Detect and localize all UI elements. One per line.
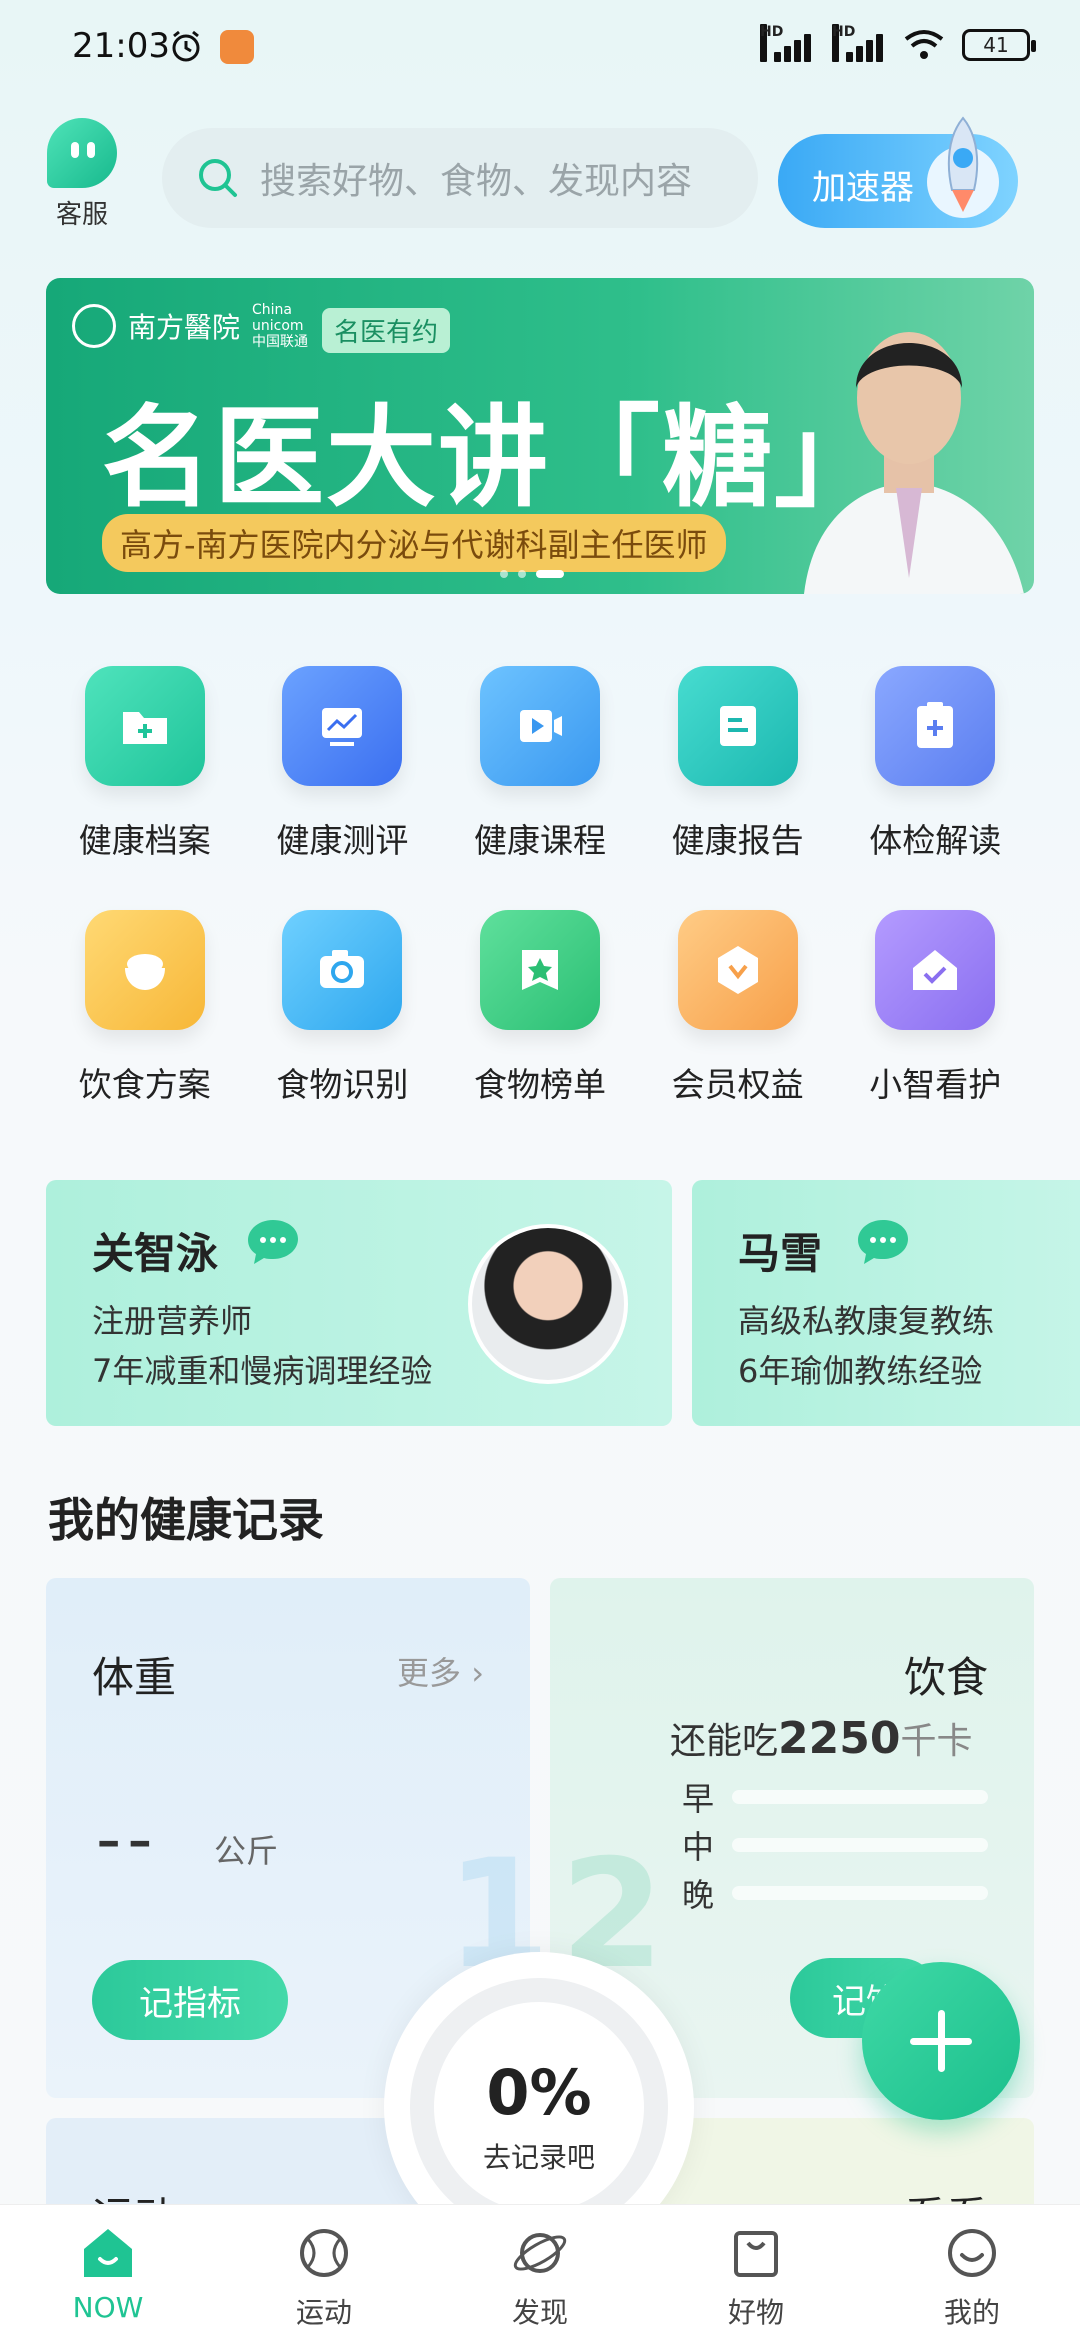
weight-more-link[interactable]: 更多 › <box>397 1648 484 1694</box>
expert-name: 马雪 <box>738 1229 823 1278</box>
feature-health-report[interactable]: 健康报告 <box>639 666 837 862</box>
feature-member-benefits[interactable]: 会员权益 <box>639 910 837 1106</box>
bag-icon <box>734 2231 778 2277</box>
feature-health-assessment[interactable]: 健康测评 <box>244 666 442 862</box>
clipboard-plus-icon <box>875 666 996 786</box>
status-time: 21:03 <box>72 26 170 66</box>
banner-headline: 名医大讲「糖」 <box>102 394 886 522</box>
meal-lunch-bar <box>732 1838 988 1852</box>
feature-food-ranking[interactable]: 食物榜单 <box>441 910 639 1106</box>
expert-title: 注册营养师 <box>92 1302 253 1340</box>
search-input[interactable]: 搜索好物、食物、发现内容 <box>162 128 758 228</box>
expert-name: 关智泳 <box>92 1229 219 1278</box>
nav-item-goods[interactable]: 好物 <box>648 2205 864 2340</box>
customer-service-label: 客服 <box>55 200 108 230</box>
vip-hexagon-icon <box>677 910 798 1030</box>
camera-icon <box>282 910 403 1030</box>
feature-diet-plan[interactable]: 饮食方案 <box>46 910 244 1106</box>
banner-tag: 名医有约 <box>322 308 451 353</box>
promo-banner[interactable]: 南方醫院 China unicom中国联通 名医有约 名医大讲「糖」 高方-南方… <box>46 278 1034 594</box>
home-check-icon <box>875 910 996 1030</box>
chevron-right-icon: › <box>471 1654 484 1692</box>
record-metric-button[interactable]: 记指标 <box>92 1960 288 2040</box>
baseball-icon <box>300 2229 348 2277</box>
wifi-icon <box>904 30 944 59</box>
hospital-name: 南方醫院 <box>128 311 241 344</box>
customer-service-icon <box>47 118 117 188</box>
chat-bubble-icon[interactable] <box>856 1218 910 1266</box>
nav-item-mine[interactable]: 我的 <box>864 2205 1080 2340</box>
chat-bubble-icon[interactable] <box>246 1218 300 1266</box>
customer-service-button[interactable]: 客服 <box>46 118 118 231</box>
weight-title: 体重 <box>92 1653 177 1702</box>
signal-icon: HD <box>760 24 814 62</box>
status-right: HD HD 41 <box>760 24 1036 62</box>
folder-plus-icon <box>84 666 205 786</box>
banner-brand: 南方醫院 China unicom中国联通 <box>72 302 312 350</box>
banner-pagination <box>500 570 564 578</box>
bowl-icon <box>84 910 205 1030</box>
expert-experience: 7年减重和慢病调理经验 <box>92 1352 433 1390</box>
nav-item-discover[interactable]: 发现 <box>432 2205 648 2340</box>
hospital-logo-icon <box>72 304 116 348</box>
accelerator-label: 加速器 <box>812 168 914 208</box>
search-placeholder: 搜索好物、食物、发现内容 <box>260 161 693 202</box>
diet-remaining: 还能吃2250千卡 <box>670 1713 973 1764</box>
progress-percent: 0% <box>486 2056 592 2129</box>
meal-dinner-label: 晚 <box>682 1876 715 1914</box>
feature-food-recognition[interactable]: 食物识别 <box>244 910 442 1106</box>
accelerator-button[interactable]: 加速器 <box>778 116 1018 228</box>
expert-title: 高级私教康复教练 <box>738 1302 995 1340</box>
expert-card[interactable]: 马雪 高级私教康复教练 6年瑜伽教练经验 <box>692 1180 1080 1426</box>
feature-grid: 健康档案 健康测评 健康课程 健康报告 体检解读 饮食方案 食物识别 食物榜单 … <box>46 666 1034 1106</box>
diet-title: 饮食 <box>903 1653 988 1702</box>
battery-icon: 41 <box>962 29 1036 61</box>
meal-lunch-label: 中 <box>682 1828 715 1866</box>
chart-line-icon <box>282 666 403 786</box>
star-badge-icon <box>479 910 600 1030</box>
partner-name: China unicom中国联通 <box>252 302 309 350</box>
status-bar: 21:03 HD HD 41 <box>0 0 1080 100</box>
alarm-icon <box>172 30 200 62</box>
feature-checkup-interpretation[interactable]: 体检解读 <box>836 666 1034 862</box>
section-title: 我的健康记录 <box>48 1493 324 1547</box>
doctor-photo <box>804 332 1024 594</box>
meal-breakfast-label: 早 <box>682 1780 715 1818</box>
weight-unit: 公斤 <box>214 1832 279 1870</box>
video-play-icon <box>479 666 600 786</box>
add-record-button[interactable] <box>862 1962 1020 2120</box>
expert-experience: 6年瑜伽教练经验 <box>738 1352 983 1390</box>
progress-label: 去记录吧 <box>482 2141 595 2174</box>
document-icon <box>677 666 798 786</box>
weight-value: -- <box>96 1798 159 1880</box>
rocket-icon <box>927 116 999 218</box>
feature-health-courses[interactable]: 健康课程 <box>441 666 639 862</box>
feature-health-records[interactable]: 健康档案 <box>46 666 244 862</box>
home-icon <box>84 2229 132 2277</box>
avatar <box>468 1224 628 1384</box>
smile-icon <box>948 2229 996 2277</box>
planet-icon <box>513 2233 567 2273</box>
expert-card[interactable]: 关智泳 注册营养师 7年减重和慢病调理经验 <box>46 1180 672 1426</box>
search-icon <box>199 159 237 197</box>
nav-item-sports[interactable]: 运动 <box>216 2205 432 2340</box>
app-notification-icon <box>220 30 254 64</box>
nav-item-now[interactable]: NOW <box>0 2205 216 2340</box>
bottom-nav: NOW 运动 发现 好物 我的 <box>0 2204 1080 2340</box>
meal-dinner-bar <box>732 1886 988 1900</box>
meal-breakfast-bar <box>732 1790 988 1804</box>
expert-cards: 关智泳 注册营养师 7年减重和慢病调理经验 马雪 高级私教康复教练 6年瑜伽教练… <box>46 1180 1080 1426</box>
feature-xiaozhi-care[interactable]: 小智看护 <box>836 910 1034 1106</box>
signal-icon: HD <box>832 24 886 62</box>
banner-subtitle: 高方-南方医院内分泌与代谢科副主任医师 <box>102 514 726 572</box>
